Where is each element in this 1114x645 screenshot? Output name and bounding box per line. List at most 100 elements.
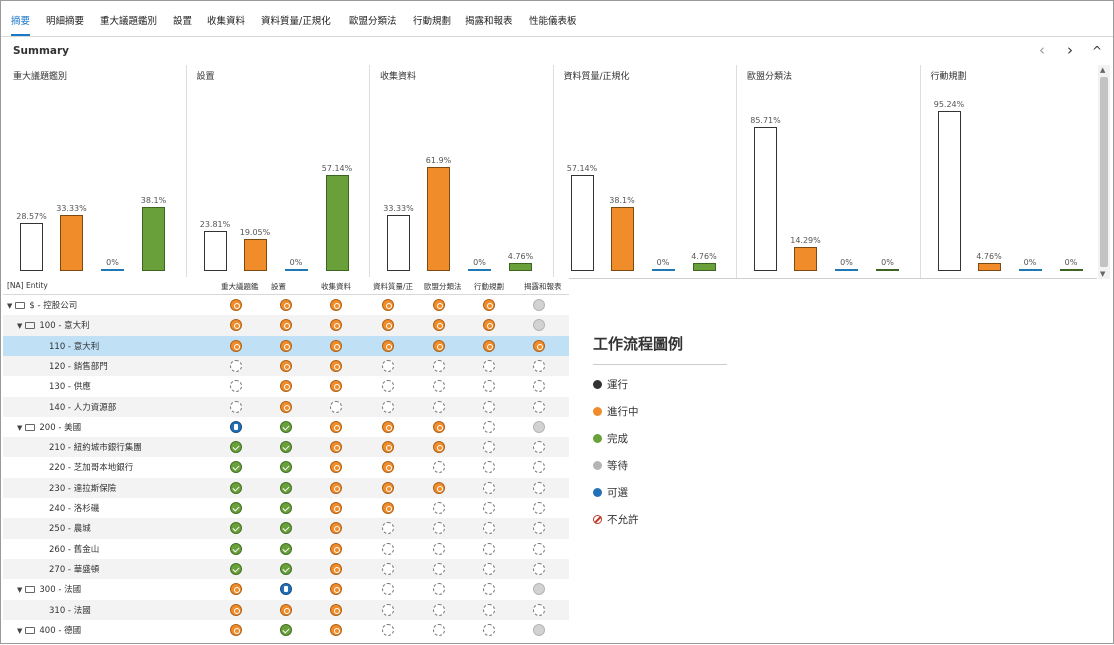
status-icon[interactable]	[533, 623, 545, 636]
status-icon[interactable]	[483, 420, 495, 433]
column-header[interactable]: 收集資料	[321, 281, 369, 292]
tab-0[interactable]: 摘要	[11, 1, 31, 36]
column-header[interactable]: 歐盟分類法	[424, 281, 472, 292]
status-icon[interactable]	[533, 481, 545, 494]
status-icon[interactable]	[533, 522, 545, 535]
status-icon[interactable]	[382, 400, 394, 413]
status-icon[interactable]	[483, 359, 495, 372]
status-icon[interactable]	[533, 542, 545, 555]
status-icon[interactable]	[433, 359, 445, 372]
scroll-down-icon[interactable]: ▼	[1100, 270, 1105, 278]
status-icon[interactable]	[483, 522, 495, 535]
status-icon[interactable]	[280, 502, 292, 514]
status-icon[interactable]	[483, 319, 495, 332]
status-icon[interactable]	[382, 461, 394, 474]
expand-caret-icon[interactable]: ▼	[7, 302, 12, 310]
status-icon[interactable]	[433, 481, 445, 494]
status-icon[interactable]	[230, 420, 242, 433]
status-icon[interactable]	[230, 522, 242, 535]
table-row[interactable]: 110 - 意大利	[3, 335, 569, 356]
status-icon[interactable]	[280, 359, 292, 372]
scroll-up-icon[interactable]: ▲	[1100, 66, 1105, 74]
expand-caret-icon[interactable]: ▼	[17, 627, 22, 635]
status-icon[interactable]	[382, 299, 394, 311]
status-icon[interactable]	[280, 542, 292, 555]
status-icon[interactable]	[230, 299, 242, 311]
status-icon[interactable]	[483, 481, 495, 494]
collapse-icon[interactable]: ^	[1089, 44, 1105, 58]
status-icon[interactable]	[533, 562, 545, 575]
status-icon[interactable]	[280, 441, 292, 454]
status-icon[interactable]	[533, 603, 545, 616]
table-row[interactable]: 220 - 芝加哥本地銀行	[3, 457, 569, 477]
status-icon[interactable]	[330, 623, 342, 636]
status-icon[interactable]	[382, 583, 394, 596]
status-icon[interactable]	[433, 603, 445, 616]
status-icon[interactable]	[433, 623, 445, 636]
status-icon[interactable]	[433, 400, 445, 413]
status-icon[interactable]	[330, 359, 342, 372]
status-icon[interactable]	[230, 339, 242, 352]
status-icon[interactable]	[382, 603, 394, 616]
scroll-thumb[interactable]	[1100, 77, 1108, 267]
status-icon[interactable]	[533, 420, 545, 433]
table-row[interactable]: 230 - 達拉斯保險	[3, 477, 569, 498]
status-icon[interactable]	[330, 522, 342, 535]
status-icon[interactable]	[230, 400, 242, 413]
status-icon[interactable]	[330, 339, 342, 352]
tree-folder-row[interactable]: ▼ $ - 控股公司	[3, 295, 569, 315]
tab-3[interactable]: 設置	[173, 1, 192, 36]
tab-7[interactable]: 行動規劃	[413, 1, 451, 36]
chevron-left-icon[interactable]: ‹	[1034, 41, 1050, 59]
status-icon[interactable]	[230, 441, 242, 454]
status-icon[interactable]	[280, 603, 292, 616]
tree-folder-row[interactable]: ▼ 300 - 法國	[3, 579, 569, 599]
expand-caret-icon[interactable]: ▼	[17, 322, 22, 330]
status-icon[interactable]	[533, 339, 545, 352]
status-icon[interactable]	[382, 481, 394, 494]
table-row[interactable]: 210 - 紐約城市銀行集團	[3, 437, 569, 458]
status-icon[interactable]	[230, 603, 242, 616]
status-icon[interactable]	[382, 562, 394, 575]
table-row[interactable]: 120 - 銷售部門	[3, 355, 569, 377]
status-icon[interactable]	[533, 441, 545, 454]
table-row[interactable]: 250 - 農城	[3, 518, 569, 539]
status-icon[interactable]	[280, 481, 292, 494]
status-icon[interactable]	[280, 400, 292, 413]
status-icon[interactable]	[382, 502, 394, 514]
status-icon[interactable]	[382, 420, 394, 433]
status-icon[interactable]	[330, 441, 342, 454]
column-header[interactable]: 資料質量/正	[373, 281, 421, 292]
status-icon[interactable]	[433, 562, 445, 575]
tab-8[interactable]: 揭露和報表	[465, 1, 513, 36]
table-row[interactable]: 240 - 洛杉磯	[3, 498, 569, 518]
status-icon[interactable]	[433, 299, 445, 311]
status-icon[interactable]	[533, 583, 545, 596]
status-icon[interactable]	[330, 400, 342, 413]
status-icon[interactable]	[280, 380, 292, 393]
status-icon[interactable]	[330, 583, 342, 596]
status-icon[interactable]	[433, 502, 445, 514]
tab-6[interactable]: 歐盟分類法	[349, 1, 397, 36]
status-icon[interactable]	[230, 583, 242, 596]
column-header[interactable]: 重大議題鑑	[221, 281, 269, 292]
status-icon[interactable]	[483, 400, 495, 413]
entity-column-header[interactable]: [NA] Entity	[7, 281, 48, 290]
status-icon[interactable]	[230, 359, 242, 372]
status-icon[interactable]	[382, 522, 394, 535]
status-icon[interactable]	[533, 319, 545, 332]
tab-5[interactable]: 資料質量/正規化	[261, 1, 331, 36]
status-icon[interactable]	[533, 380, 545, 393]
tab-9[interactable]: 性能儀表板	[529, 1, 577, 36]
status-icon[interactable]	[330, 502, 342, 514]
expand-caret-icon[interactable]: ▼	[17, 424, 22, 432]
status-icon[interactable]	[230, 502, 242, 514]
status-icon[interactable]	[280, 299, 292, 311]
status-icon[interactable]	[483, 562, 495, 575]
status-icon[interactable]	[382, 339, 394, 352]
status-icon[interactable]	[330, 380, 342, 393]
tree-folder-row[interactable]: ▼ 200 - 美國	[3, 417, 569, 437]
status-icon[interactable]	[230, 623, 242, 636]
column-header[interactable]: 設置	[271, 281, 319, 292]
status-icon[interactable]	[230, 481, 242, 494]
